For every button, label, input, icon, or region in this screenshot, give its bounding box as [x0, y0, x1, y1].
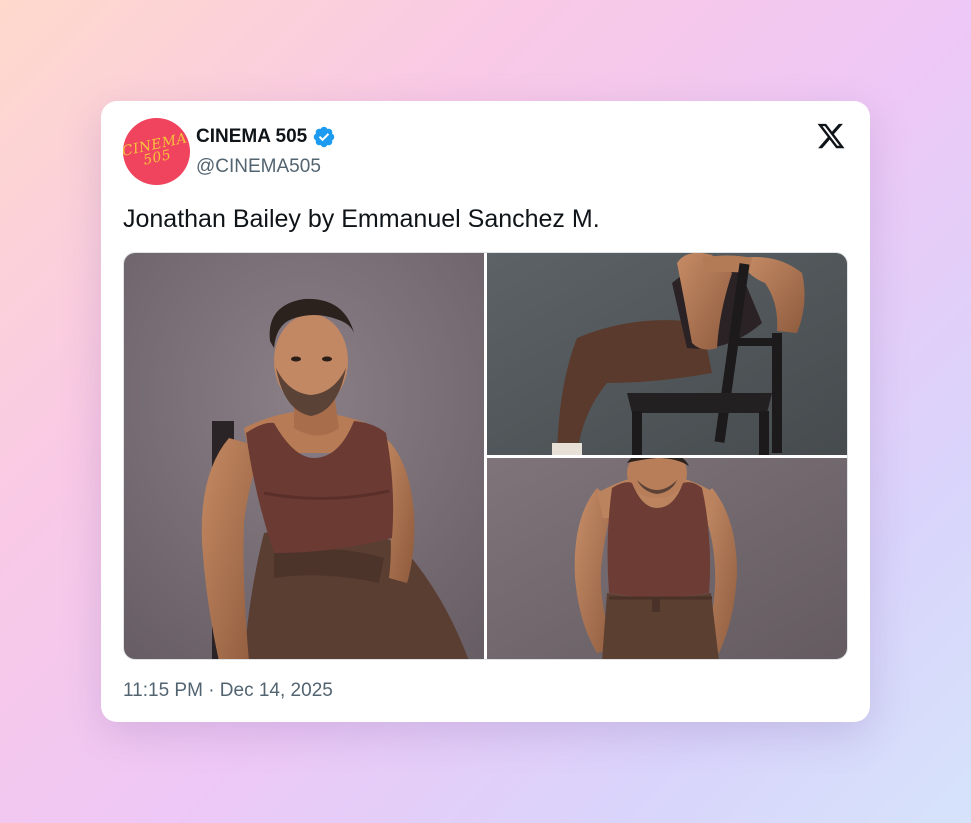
media-photo-2[interactable]	[487, 253, 847, 455]
verified-badge-icon	[313, 126, 335, 148]
tweet-timestamp[interactable]: 11:15 PM · Dec 14, 2025	[123, 680, 333, 702]
display-name[interactable]: CINEMA 505	[196, 126, 307, 148]
tweet-text: Jonathan Bailey by Emmanuel Sanchez M.	[123, 205, 600, 233]
photo-standing-hands-in-pockets	[487, 458, 847, 659]
tweet-card: CINEMA 505 CINEMA 505 @CINEMA505 Jonatha…	[101, 101, 870, 722]
avatar-logo-text: CINEMA 505	[123, 129, 190, 169]
media-grid	[123, 252, 848, 660]
photo-leaning-on-chair	[487, 253, 847, 455]
avatar[interactable]: CINEMA 505	[123, 118, 190, 185]
name-row: CINEMA 505	[196, 125, 336, 149]
media-photo-3[interactable]	[487, 458, 847, 659]
x-logo-icon[interactable]	[816, 121, 846, 151]
media-photo-1[interactable]	[124, 253, 484, 659]
photo-seated-portrait	[124, 253, 484, 659]
user-handle[interactable]: @CINEMA505	[196, 156, 321, 178]
